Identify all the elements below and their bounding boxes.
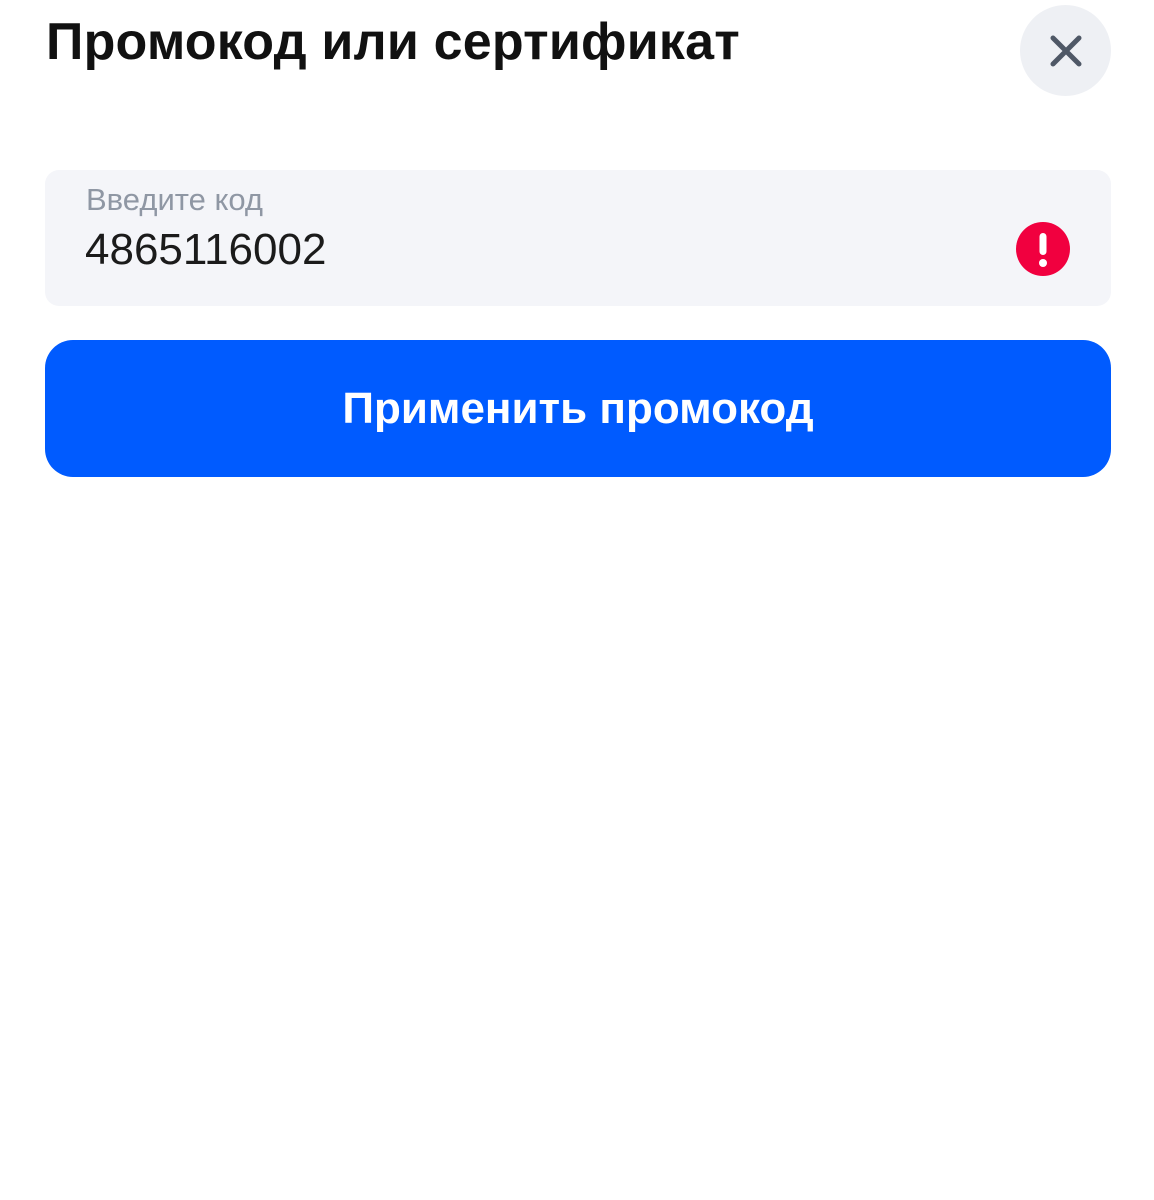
close-icon (1050, 35, 1081, 66)
error-exclamation-icon (1015, 221, 1071, 277)
promo-code-value[interactable]: 4865116002 (85, 224, 326, 276)
promo-code-dialog: Промокод или сертификат Введите код 4865… (0, 0, 1154, 1200)
promo-code-label: Введите код (86, 182, 264, 217)
close-button[interactable] (1020, 5, 1111, 96)
dialog-title: Промокод или сертификат (46, 13, 740, 71)
promo-code-field[interactable]: Введите код 4865116002 (45, 170, 1111, 306)
apply-promo-button[interactable]: Применить промокод (45, 340, 1111, 477)
